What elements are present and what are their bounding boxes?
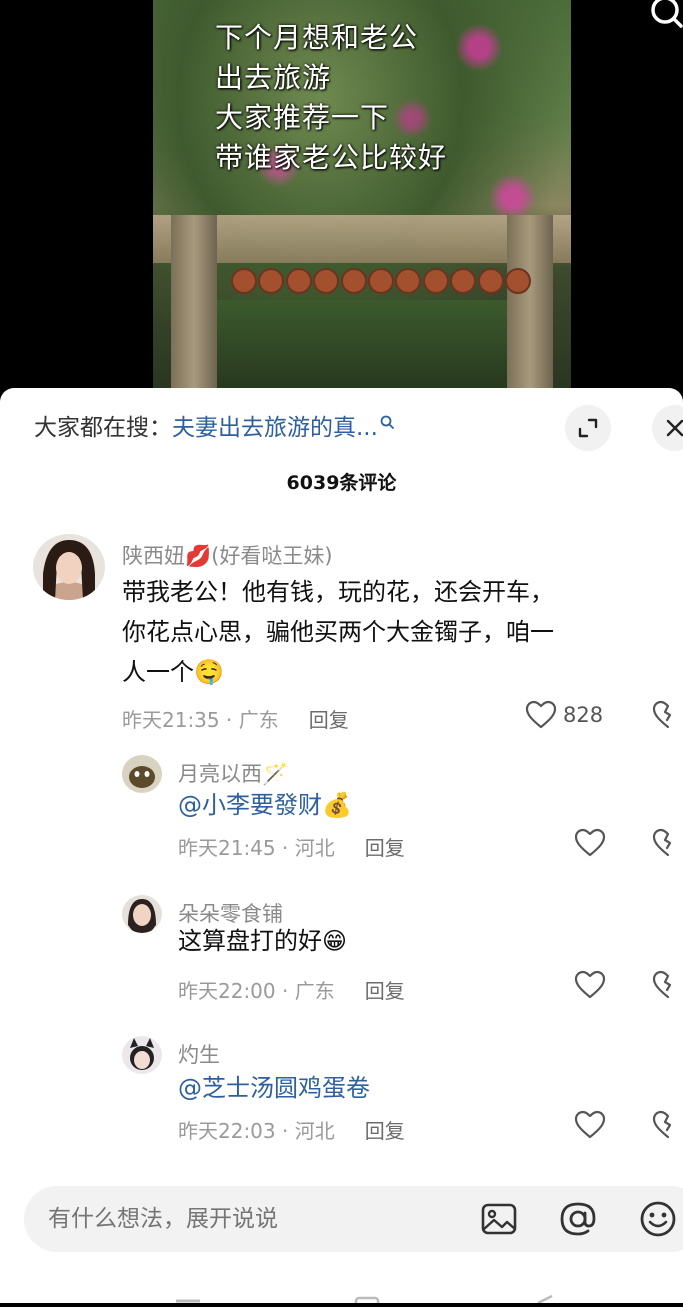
reply-item: 月亮以西🪄 @小李要發财💰 昨天21:45 · 河北 回复 xyxy=(0,755,683,875)
like-button[interactable] xyxy=(574,828,606,858)
mention-link[interactable]: @小李要發财💰 xyxy=(178,785,352,820)
comment-text: 带我老公！他有钱，玩的花，还会开车， 你花点心思，骗他买两个大金镯子，咱一 人一… xyxy=(122,572,682,692)
comment-input-bar xyxy=(24,1186,683,1252)
dislike-button[interactable] xyxy=(652,970,683,1004)
comment-text: 这算盘打的好😁 xyxy=(178,927,348,955)
image-icon xyxy=(481,1203,517,1235)
search-icon xyxy=(380,415,394,429)
comment-time-location: 昨天22:03 · 河北 xyxy=(178,1119,335,1143)
expand-icon xyxy=(578,418,598,438)
avatar[interactable] xyxy=(122,895,162,933)
comment-author[interactable]: 月亮以西🪄 xyxy=(178,758,288,788)
nav-bar xyxy=(0,1288,683,1307)
hot-search-prefix: 大家都在搜： xyxy=(34,415,172,441)
broken-heart-icon xyxy=(652,700,672,729)
comment-meta: 昨天22:00 · 广东 回复 xyxy=(178,975,405,1004)
broken-heart-icon xyxy=(652,970,672,999)
comment-text-line: 你花点心思，骗他买两个大金镯子，咱一 xyxy=(122,618,554,646)
heart-icon xyxy=(574,970,606,999)
reply-button[interactable]: 回复 xyxy=(309,708,349,732)
emoji-icon xyxy=(640,1201,676,1237)
video-caption: 下个月想和老公 出去旅游 大家推荐一下 带谁家老公比较好 xyxy=(215,18,447,178)
caption-line: 大家推荐一下 xyxy=(215,101,390,134)
gate-post-right xyxy=(507,215,553,395)
dislike-button[interactable] xyxy=(652,700,683,734)
reply-item: 朵朵零食铺 这算盘打的好😁 昨天22:00 · 广东 回复 xyxy=(0,895,683,1015)
heart-icon xyxy=(574,828,606,857)
reply-button[interactable]: 回复 xyxy=(365,836,405,860)
expand-button[interactable] xyxy=(565,405,611,451)
comment-item: 陕西妞💋(好看哒王妹) 带我老公！他有钱，玩的花，还会开车， 你花点心思，骗他买… xyxy=(0,532,683,742)
emoji-button[interactable] xyxy=(638,1201,678,1241)
gate-opening xyxy=(217,300,507,395)
comment-time-location: 昨天22:00 · 广东 xyxy=(178,979,335,1003)
search-button[interactable] xyxy=(643,0,683,34)
broken-heart-icon xyxy=(652,1110,672,1139)
like-button[interactable] xyxy=(574,970,606,1000)
hot-search-bar[interactable]: 大家都在搜：夫妻出去旅游的真... xyxy=(34,408,394,442)
gate-discs xyxy=(231,268,531,294)
broken-heart-icon xyxy=(652,828,672,857)
comment-time-location: 昨天21:45 · 河北 xyxy=(178,836,335,860)
at-icon xyxy=(560,1202,596,1236)
comment-input[interactable] xyxy=(48,1186,448,1252)
mention-button[interactable] xyxy=(558,1201,598,1241)
comment-meta: 昨天22:03 · 河北 回复 xyxy=(178,1115,405,1144)
heart-icon xyxy=(574,1110,606,1139)
avatar[interactable] xyxy=(33,534,105,600)
close-button[interactable] xyxy=(652,405,683,451)
search-icon xyxy=(651,0,683,28)
video-frame[interactable]: 下个月想和老公 出去旅游 大家推荐一下 带谁家老公比较好 xyxy=(153,0,571,395)
comment-author[interactable]: 陕西妞💋(好看哒王妹) xyxy=(122,540,333,570)
gate-post-left xyxy=(171,215,217,395)
avatar[interactable] xyxy=(122,1036,162,1074)
dislike-button[interactable] xyxy=(652,1110,683,1144)
close-icon xyxy=(666,419,683,437)
reply-button[interactable]: 回复 xyxy=(365,979,405,1003)
heart-icon xyxy=(525,700,557,729)
image-button[interactable] xyxy=(480,1201,518,1241)
avatar[interactable] xyxy=(122,755,162,793)
reply-item: 灼生 @芝士汤圆鸡蛋卷 昨天22:03 · 河北 回复 xyxy=(0,1036,683,1156)
hot-search-query[interactable]: 夫妻出去旅游的真... xyxy=(172,415,378,441)
comment-author[interactable]: 灼生 xyxy=(178,1039,220,1069)
comment-time-location: 昨天21:35 · 广东 xyxy=(122,708,279,732)
caption-line: 出去旅游 xyxy=(215,61,332,94)
comment-count: 6039条评论 xyxy=(286,472,397,494)
comment-sheet: 大家都在搜：夫妻出去旅游的真... 6039条评论 陕西妞💋(好看哒王妹) 带我… xyxy=(0,388,683,1307)
like-count: 828 xyxy=(563,703,604,727)
dislike-button[interactable] xyxy=(652,828,683,862)
like-button[interactable] xyxy=(574,1110,606,1140)
video-player[interactable]: 下个月想和老公 出去旅游 大家推荐一下 带谁家老公比较好 xyxy=(0,0,683,400)
comment-text-line: 人一个🤤 xyxy=(122,658,224,686)
comment-meta: 昨天21:35 · 广东 回复 xyxy=(122,704,349,733)
nav-hint-icons xyxy=(176,1294,553,1307)
like-button[interactable]: 828 xyxy=(525,700,603,730)
caption-line: 下个月想和老公 xyxy=(215,21,419,54)
comment-text-line: 带我老公！他有钱，玩的花，还会开车， xyxy=(122,578,554,606)
reply-button[interactable]: 回复 xyxy=(365,1119,405,1143)
mention-link[interactable]: @芝士汤圆鸡蛋卷 xyxy=(178,1068,370,1103)
caption-line: 带谁家老公比较好 xyxy=(215,141,448,174)
comment-meta: 昨天21:45 · 河北 回复 xyxy=(178,832,405,861)
